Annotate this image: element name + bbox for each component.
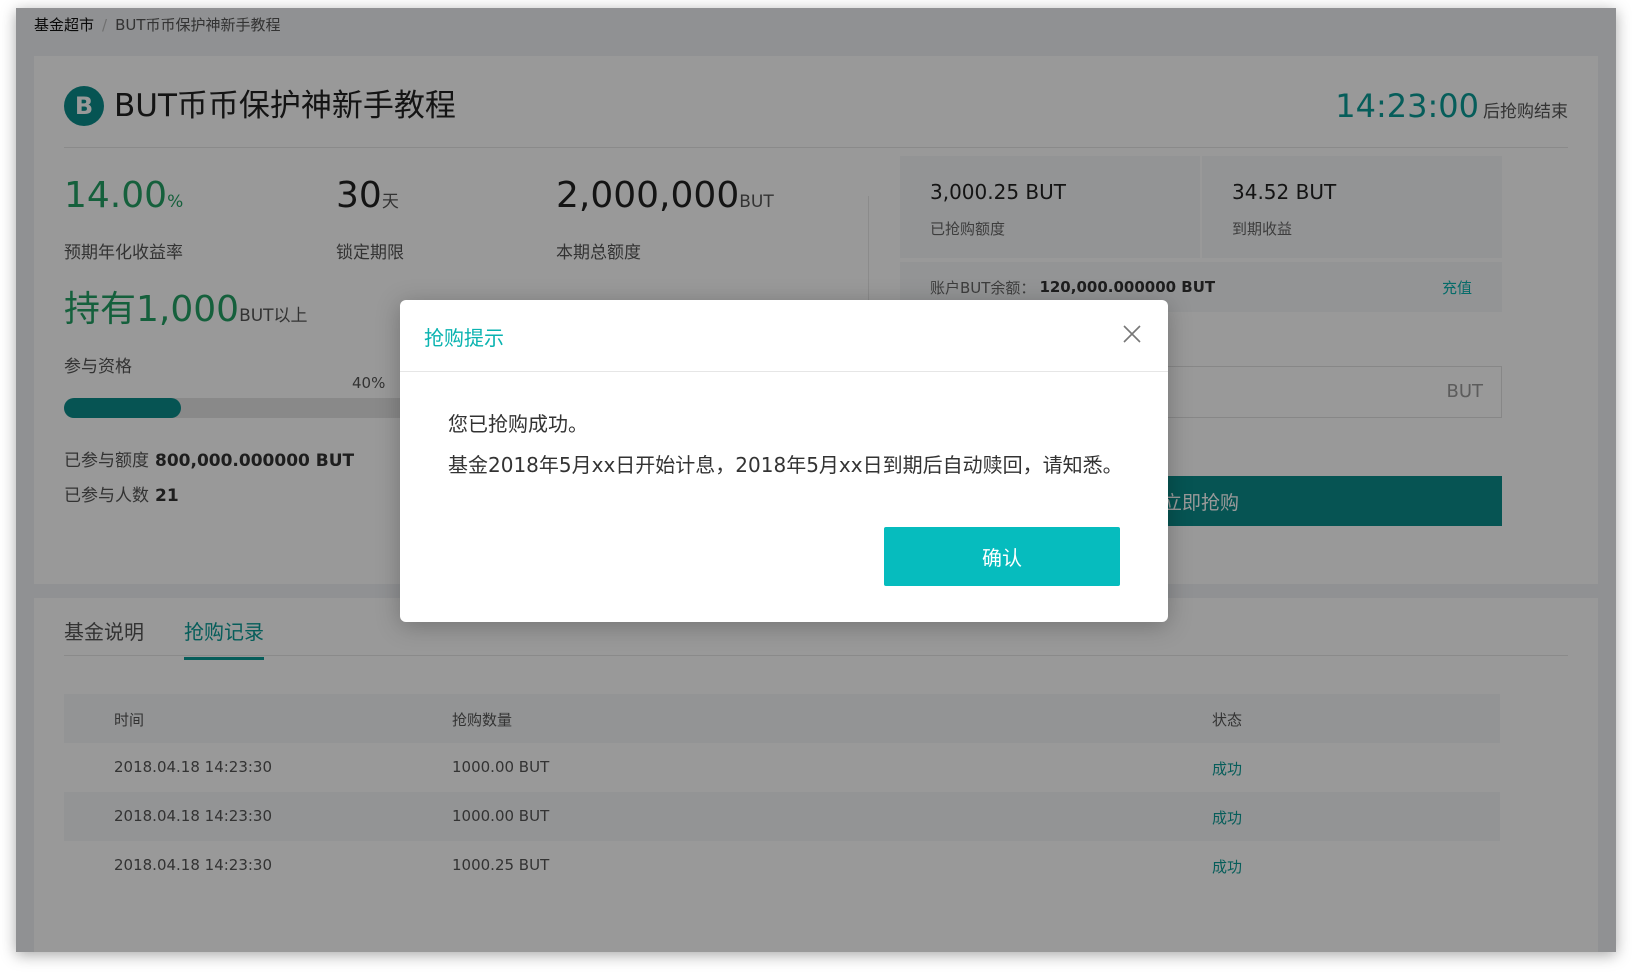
close-icon[interactable] xyxy=(1120,322,1144,346)
purchase-success-dialog: 抢购提示 您已抢购成功。 基金2018年5月xx日开始计息，2018年5月xx日… xyxy=(400,300,1168,622)
app-window: 基金超市 / BUT币币保护神新手教程 B BUT币币保护神新手教程 14:23… xyxy=(16,8,1616,952)
dialog-header: 抢购提示 xyxy=(400,300,1168,372)
dialog-title: 抢购提示 xyxy=(424,326,504,350)
confirm-button[interactable]: 确认 xyxy=(884,527,1120,586)
dialog-message-line1: 您已抢购成功。 xyxy=(448,412,588,436)
dialog-body: 您已抢购成功。 基金2018年5月xx日开始计息，2018年5月xx日到期后自动… xyxy=(448,412,1138,477)
dialog-message-line2: 基金2018年5月xx日开始计息，2018年5月xx日到期后自动赎回，请知悉。 xyxy=(448,453,1123,477)
